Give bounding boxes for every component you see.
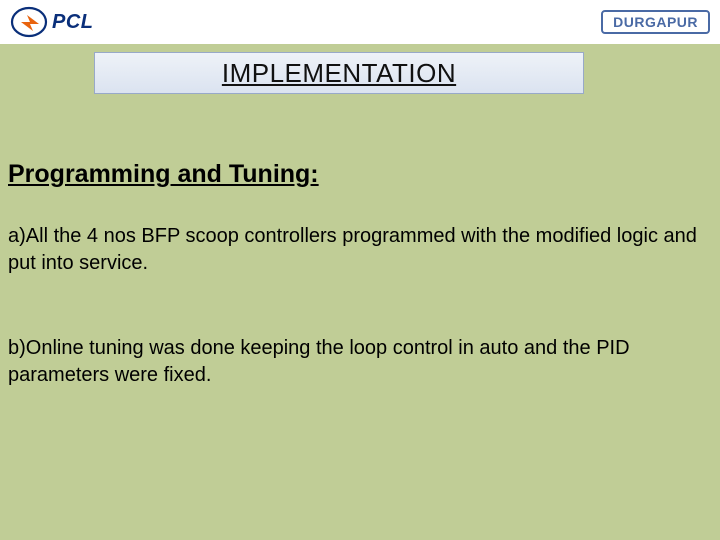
- company-logo-left: PCL: [10, 5, 94, 39]
- company-logo-left-text: PCL: [52, 11, 94, 34]
- paragraph-b: b)Online tuning was done keeping the loo…: [8, 335, 708, 389]
- slide-title-box: IMPLEMENTATION: [94, 52, 584, 94]
- slide-content: Programming and Tuning: a)All the 4 nos …: [8, 160, 712, 447]
- paragraph-a: a)All the 4 nos BFP scoop controllers pr…: [8, 223, 708, 277]
- slide-header: PCL DURGAPUR: [0, 0, 720, 44]
- lightning-oval-icon: [10, 5, 48, 39]
- slide-title: IMPLEMENTATION: [222, 58, 456, 89]
- location-badge: DURGAPUR: [601, 10, 710, 34]
- section-heading: Programming and Tuning:: [8, 160, 712, 189]
